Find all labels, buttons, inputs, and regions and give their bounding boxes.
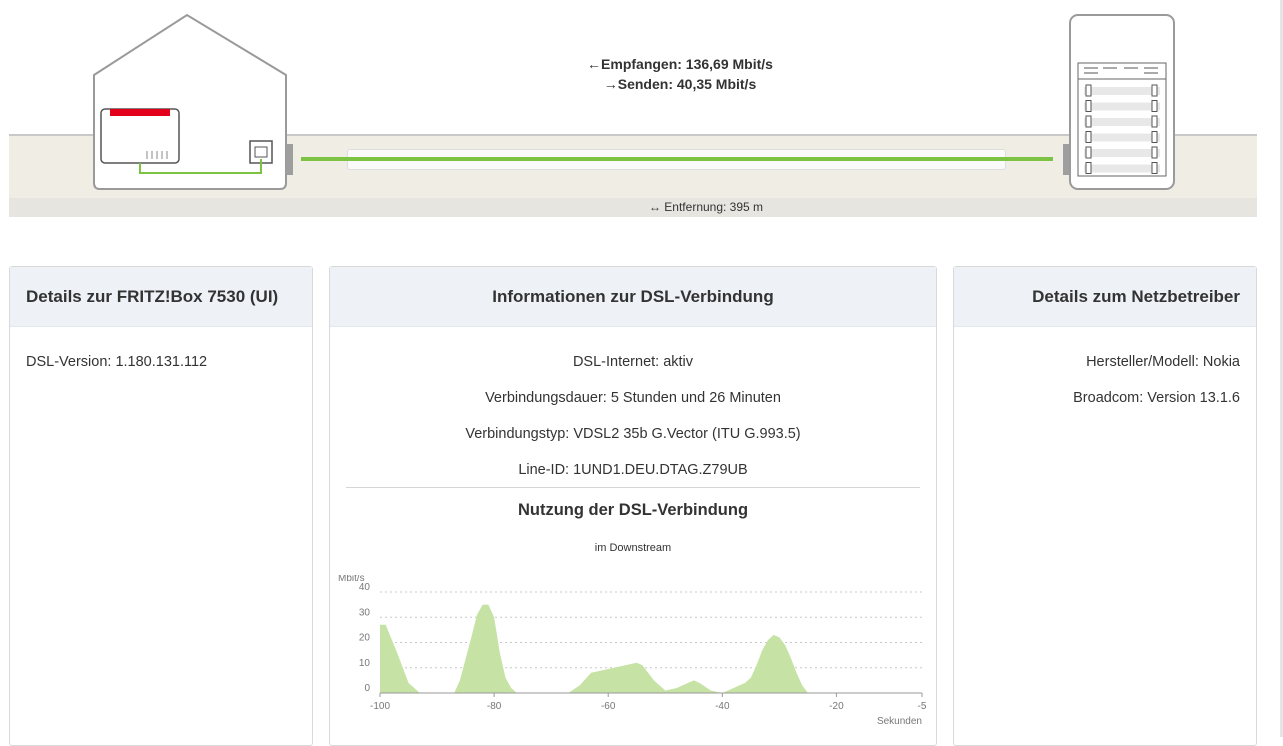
distance-text: Entfernung: 395 m (664, 200, 764, 214)
x-tick-label: -40 (715, 701, 730, 712)
fritzbox-details-panel: Details zur FRITZ!Box 7530 (UI) DSL-Vers… (9, 266, 313, 746)
y-tick-label: 30 (359, 607, 371, 618)
y-axis-label: Mbit/s (338, 575, 365, 584)
connection-type: Verbindungstyp: VDSL2 35b G.Vector (ITU … (465, 426, 801, 442)
x-tick-label: -100 (370, 701, 390, 712)
house-port (286, 144, 293, 175)
x-tick-label: -60 (601, 701, 616, 712)
panel-title-provider: Details zum Netzbetreiber (954, 267, 1256, 327)
y-tick-label: 10 (359, 658, 371, 669)
arrow-left-icon: ← (587, 56, 602, 72)
receive-rate: ←Empfangen: 136,69 Mbit/s (500, 56, 860, 72)
panel-title-dsl: Informationen zur DSL-Verbindung (330, 267, 936, 327)
chart-title: im Downstream (594, 542, 672, 554)
send-rate-text: Senden: 40,35 Mbit/s (617, 76, 757, 92)
connection-duration: Verbindungsdauer: 5 Stunden und 26 Minut… (485, 390, 781, 406)
downstream-area (380, 604, 922, 693)
arrow-both-icon: ↔ (648, 200, 661, 214)
y-tick-label: 0 (364, 683, 370, 694)
x-axis-label: Sekunden (877, 716, 922, 727)
send-rate: →Senden: 40,35 Mbit/s (500, 76, 860, 92)
usage-title: Nutzung der DSL-Verbindung (517, 501, 749, 519)
receive-rate-text: Empfangen: 136,69 Mbit/s (601, 56, 773, 72)
x-tick-label: -5 (918, 701, 927, 712)
section-divider (346, 487, 920, 488)
dsl-cable-line (301, 157, 1053, 161)
x-tick-label: -20 (829, 701, 844, 712)
manufacturer-model: Hersteller/Modell: Nokia (1086, 354, 1240, 370)
y-tick-label: 20 (359, 633, 371, 644)
dsl-connection-panel: Informationen zur DSL-Verbindung DSL-Int… (329, 266, 937, 746)
house-fritzbox-icon (93, 13, 287, 190)
x-tick-label: -80 (487, 701, 502, 712)
broadcom-version: Broadcom: Version 13.1.6 (1073, 390, 1240, 406)
provider-details-panel: Details zum Netzbetreiber Hersteller/Mod… (953, 266, 1257, 746)
street-cabinet-icon (1069, 14, 1175, 190)
distance-label: ↔ Entfernung: 395 m (500, 200, 912, 214)
arrow-right-icon: → (603, 76, 618, 92)
downstream-usage-chart: 010203040Mbit/s-100 -80 -60 -40 -20 -5Sekunde… (338, 575, 927, 727)
panel-title-fritzbox: Details zur FRITZ!Box 7530 (UI) (10, 267, 312, 327)
line-id: Line-ID: 1UND1.DEU.DTAG.Z79UB (518, 462, 748, 478)
dsl-internet-status: DSL-Internet: aktiv (572, 354, 694, 370)
connection-diagram: ←Empfangen: 136,69 Mbit/s →Senden: 40,35… (0, 0, 1283, 230)
dsl-version: DSL-Version: 1.180.131.112 (26, 354, 208, 370)
